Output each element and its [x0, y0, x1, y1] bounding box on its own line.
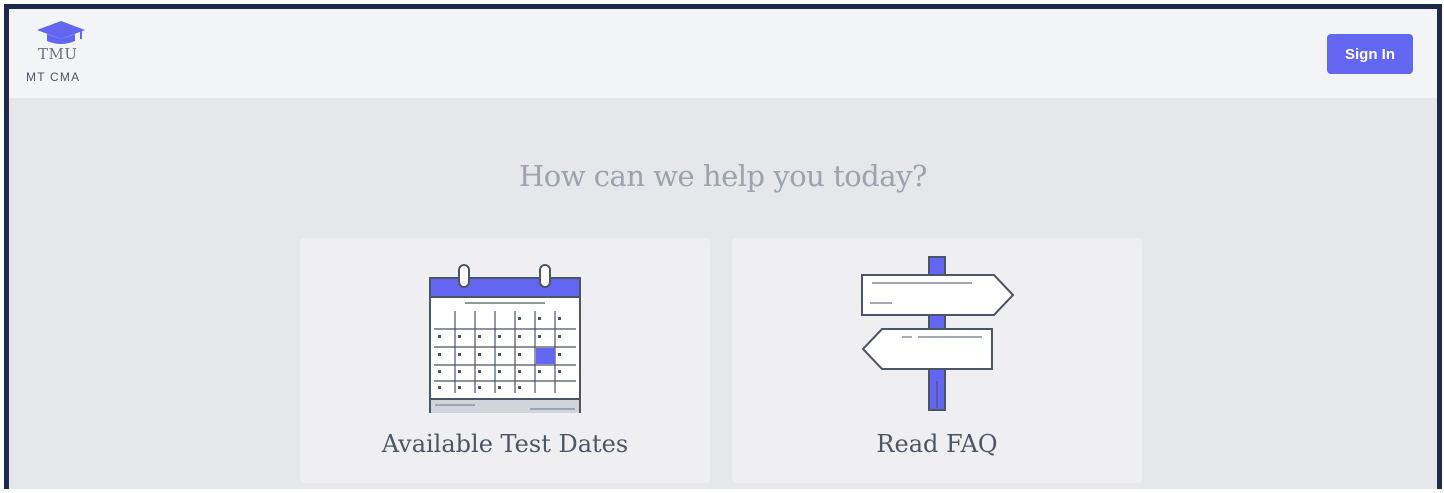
- graduation-cap-icon: [37, 21, 85, 44]
- sign-in-button[interactable]: Sign In: [1327, 34, 1413, 74]
- logo-text: TMU: [38, 45, 78, 63]
- page-headline: How can we help you today?: [519, 159, 927, 193]
- signpost-icon: [861, 256, 1015, 411]
- read-faq-card[interactable]: Read FAQ: [732, 238, 1142, 483]
- app-frame: TMU MT CMA Sign In How can we help you t…: [4, 4, 1442, 489]
- logo[interactable]: TMU MT CMA: [25, 19, 95, 89]
- header: TMU MT CMA Sign In: [9, 9, 1437, 98]
- available-test-dates-card[interactable]: Available Test Dates: [300, 238, 710, 483]
- card-label: Available Test Dates: [381, 430, 629, 458]
- calendar-icon: [429, 264, 581, 413]
- org-name: MT CMA: [26, 70, 81, 84]
- card-label: Read FAQ: [876, 430, 998, 458]
